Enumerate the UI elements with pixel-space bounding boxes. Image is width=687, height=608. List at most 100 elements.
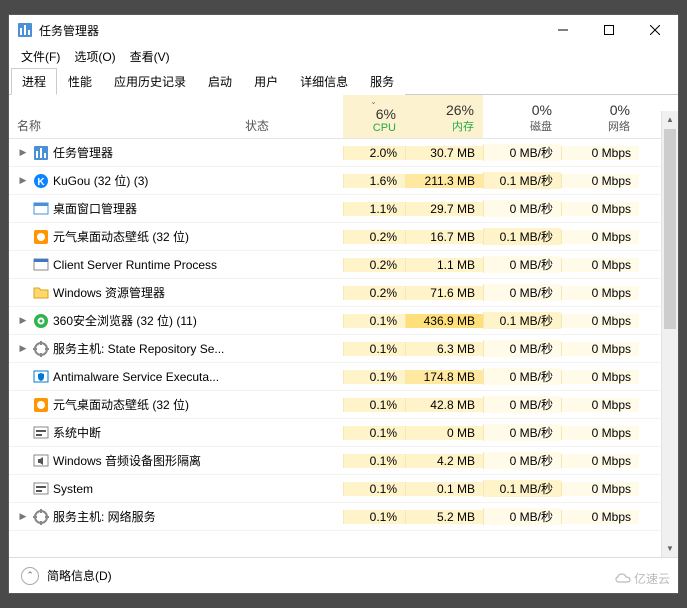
task-manager-window: 任务管理器 文件(F) 选项(O) 查看(V) 进程性能应用历史记录启动用户详细… bbox=[8, 14, 679, 594]
process-disk: 0 MB/秒 bbox=[483, 368, 561, 385]
table-body[interactable]: ▶任务管理器2.0%30.7 MB0 MB/秒0 Mbps▶KKuGou (32… bbox=[9, 139, 678, 557]
column-cpu[interactable]: ⌄ 6%CPU bbox=[343, 95, 405, 138]
tab-0[interactable]: 进程 bbox=[11, 68, 57, 95]
process-name-cell: 桌面窗口管理器 bbox=[9, 200, 237, 217]
menu-options[interactable]: 选项(O) bbox=[68, 46, 121, 67]
process-disk: 0 MB/秒 bbox=[483, 508, 561, 525]
process-name: 服务主机: State Repository Se... bbox=[53, 340, 224, 357]
fewer-details-link[interactable]: 简略信息(D) bbox=[47, 567, 112, 584]
tab-6[interactable]: 服务 bbox=[359, 68, 405, 95]
tab-5[interactable]: 详细信息 bbox=[289, 68, 359, 95]
process-disk: 0.1 MB/秒 bbox=[483, 228, 561, 245]
watermark: 亿速云 bbox=[615, 570, 670, 587]
process-cpu: 0.1% bbox=[343, 454, 405, 468]
process-row[interactable]: 元气桌面动态壁纸 (32 位)0.1%42.8 MB0 MB/秒0 Mbps bbox=[9, 391, 678, 419]
process-network: 0 Mbps bbox=[561, 258, 639, 272]
process-disk: 0 MB/秒 bbox=[483, 284, 561, 301]
process-row[interactable]: ▶任务管理器2.0%30.7 MB0 MB/秒0 Mbps bbox=[9, 139, 678, 167]
process-network: 0 Mbps bbox=[561, 286, 639, 300]
tab-2[interactable]: 应用历史记录 bbox=[103, 68, 197, 95]
process-row[interactable]: Windows 音频设备图形隔离0.1%4.2 MB0 MB/秒0 Mbps bbox=[9, 447, 678, 475]
process-memory: 16.7 MB bbox=[405, 230, 483, 244]
column-disk[interactable]: 0%磁盘 bbox=[483, 95, 561, 138]
column-status[interactable]: 状态 bbox=[237, 95, 343, 138]
process-icon: K bbox=[33, 173, 49, 189]
process-memory: 42.8 MB bbox=[405, 398, 483, 412]
process-network: 0 Mbps bbox=[561, 342, 639, 356]
process-cpu: 0.1% bbox=[343, 426, 405, 440]
process-disk: 0 MB/秒 bbox=[483, 200, 561, 217]
minimize-button[interactable] bbox=[540, 15, 586, 45]
tab-1[interactable]: 性能 bbox=[57, 68, 103, 95]
expand-chevron-icon[interactable]: ▶ bbox=[17, 511, 29, 522]
expand-chevron-icon[interactable]: ▶ bbox=[17, 175, 29, 186]
process-row[interactable]: ▶KKuGou (32 位) (3)1.6%211.3 MB0.1 MB/秒0 … bbox=[9, 167, 678, 195]
process-icon bbox=[33, 313, 49, 329]
process-icon bbox=[33, 397, 49, 413]
process-row[interactable]: ▶服务主机: 网络服务0.1%5.2 MB0 MB/秒0 Mbps bbox=[9, 503, 678, 531]
process-name: 任务管理器 bbox=[53, 144, 113, 161]
close-button[interactable] bbox=[632, 15, 678, 45]
process-icon bbox=[33, 257, 49, 273]
process-name-cell: 元气桌面动态壁纸 (32 位) bbox=[9, 228, 237, 245]
process-cpu: 0.2% bbox=[343, 258, 405, 272]
process-memory: 174.8 MB bbox=[405, 370, 483, 384]
process-memory: 29.7 MB bbox=[405, 202, 483, 216]
process-row[interactable]: Antimalware Service Executa...0.1%174.8 … bbox=[9, 363, 678, 391]
process-name-cell: ▶服务主机: 网络服务 bbox=[9, 508, 237, 525]
process-network: 0 Mbps bbox=[561, 454, 639, 468]
process-name: System bbox=[53, 482, 93, 496]
tab-3[interactable]: 启动 bbox=[197, 68, 243, 95]
column-memory[interactable]: 26%内存 bbox=[405, 95, 483, 138]
process-name: Client Server Runtime Process bbox=[53, 258, 217, 272]
process-cpu: 0.1% bbox=[343, 342, 405, 356]
expand-chevron-icon[interactable]: ▶ bbox=[17, 315, 29, 326]
expand-chevron-icon[interactable]: ▶ bbox=[17, 147, 29, 158]
tab-4[interactable]: 用户 bbox=[243, 68, 289, 95]
process-icon bbox=[33, 285, 49, 301]
expand-chevron-icon[interactable]: ▶ bbox=[17, 343, 29, 354]
process-name: Antimalware Service Executa... bbox=[53, 370, 219, 384]
scrollbar[interactable]: ▲ ▼ bbox=[661, 111, 678, 557]
process-row[interactable]: 桌面窗口管理器1.1%29.7 MB0 MB/秒0 Mbps bbox=[9, 195, 678, 223]
process-memory: 4.2 MB bbox=[405, 454, 483, 468]
process-name-cell: ▶KKuGou (32 位) (3) bbox=[9, 172, 237, 189]
process-row[interactable]: Windows 资源管理器0.2%71.6 MB0 MB/秒0 Mbps bbox=[9, 279, 678, 307]
column-network[interactable]: 0%网络 bbox=[561, 95, 639, 138]
menu-view[interactable]: 查看(V) bbox=[124, 46, 176, 67]
process-network: 0 Mbps bbox=[561, 426, 639, 440]
process-row[interactable]: 元气桌面动态壁纸 (32 位)0.2%16.7 MB0.1 MB/秒0 Mbps bbox=[9, 223, 678, 251]
process-row[interactable]: Client Server Runtime Process0.2%1.1 MB0… bbox=[9, 251, 678, 279]
process-name: Windows 音频设备图形隔离 bbox=[53, 452, 201, 469]
process-cpu: 0.2% bbox=[343, 230, 405, 244]
process-icon bbox=[33, 145, 49, 161]
process-row[interactable]: ▶360安全浏览器 (32 位) (11)0.1%436.9 MB0.1 MB/… bbox=[9, 307, 678, 335]
process-memory: 71.6 MB bbox=[405, 286, 483, 300]
tab-bar: 进程性能应用历史记录启动用户详细信息服务 bbox=[9, 67, 678, 95]
process-memory: 0 MB bbox=[405, 426, 483, 440]
process-memory: 211.3 MB bbox=[405, 174, 483, 188]
scrollbar-thumb[interactable] bbox=[664, 129, 676, 329]
scroll-up-icon[interactable]: ▲ bbox=[662, 111, 678, 128]
process-name-cell: 系统中断 bbox=[9, 424, 237, 441]
process-network: 0 Mbps bbox=[561, 174, 639, 188]
column-name[interactable]: 名称 bbox=[9, 95, 237, 138]
process-name-cell: ▶ 360安全浏览器 (32 位) (11) bbox=[9, 312, 237, 329]
collapse-chevron-icon[interactable]: ⌃ bbox=[21, 567, 39, 585]
menu-file[interactable]: 文件(F) bbox=[15, 46, 66, 67]
process-icon bbox=[33, 201, 49, 217]
process-disk: 0.1 MB/秒 bbox=[483, 172, 561, 189]
process-name: 360安全浏览器 (32 位) (11) bbox=[53, 312, 197, 329]
process-network: 0 Mbps bbox=[561, 314, 639, 328]
process-row[interactable]: System0.1%0.1 MB0.1 MB/秒0 Mbps bbox=[9, 475, 678, 503]
process-name-cell: Windows 资源管理器 bbox=[9, 284, 237, 301]
process-name: 元气桌面动态壁纸 (32 位) bbox=[53, 396, 189, 413]
titlebar[interactable]: 任务管理器 bbox=[9, 15, 678, 45]
maximize-button[interactable] bbox=[586, 15, 632, 45]
process-name: Windows 资源管理器 bbox=[53, 284, 165, 301]
scroll-down-icon[interactable]: ▼ bbox=[662, 540, 678, 557]
process-name-cell: System bbox=[9, 481, 237, 497]
process-row[interactable]: ▶服务主机: State Repository Se...0.1%6.3 MB0… bbox=[9, 335, 678, 363]
process-row[interactable]: 系统中断0.1%0 MB0 MB/秒0 Mbps bbox=[9, 419, 678, 447]
process-disk: 0.1 MB/秒 bbox=[483, 480, 561, 497]
